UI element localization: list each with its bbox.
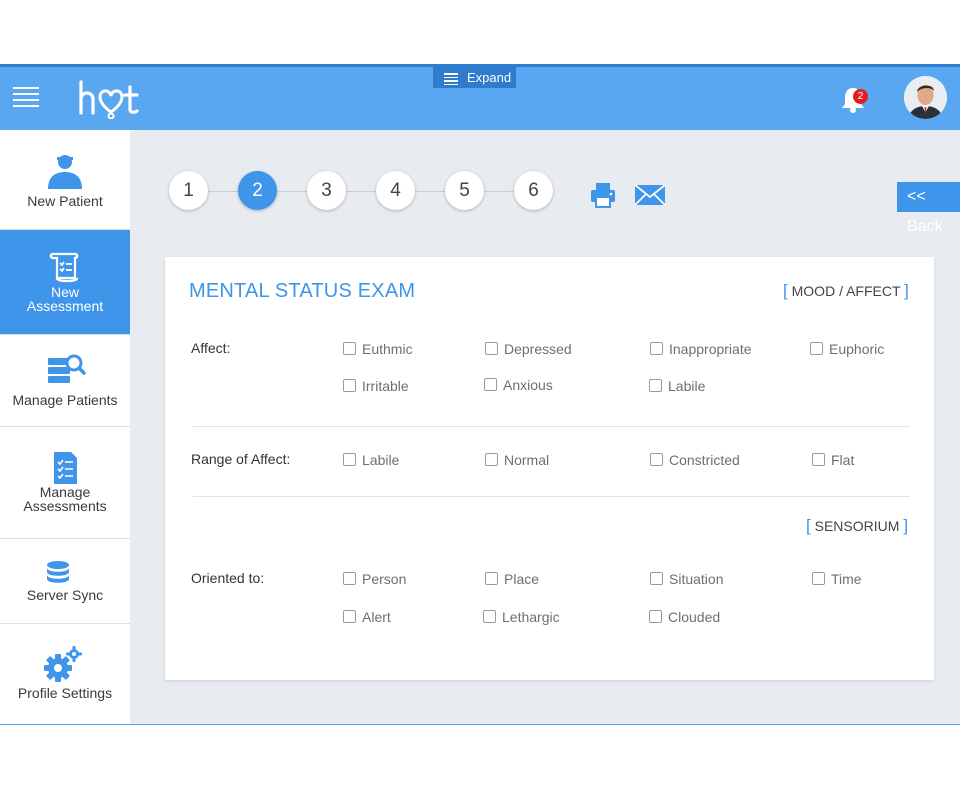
content-bottom-border: [0, 724, 960, 725]
database-icon: [47, 561, 69, 583]
divider: [193, 426, 910, 427]
app-logo: [79, 80, 139, 119]
server-search-icon: [48, 354, 86, 383]
document-checklist-icon: [54, 452, 77, 484]
step-4[interactable]: 4: [376, 171, 415, 210]
sidebar-item-new-patient[interactable]: New Patient: [0, 130, 130, 230]
back-button[interactable]: << Back: [897, 182, 960, 235]
mail-icon[interactable]: [634, 184, 666, 206]
sidebar-item-manage-assessments[interactable]: Manage Assessments: [0, 427, 130, 539]
affect-label: Affect:: [191, 340, 231, 356]
checkbox[interactable]: [343, 610, 356, 623]
sidebar-item-label: Manage Assessments: [23, 484, 107, 514]
section-label: SENSORIUM: [814, 518, 900, 534]
bracket-close: ]: [903, 516, 909, 535]
expand-label: Expand: [467, 70, 512, 85]
step-3[interactable]: 3: [307, 171, 346, 210]
checkbox[interactable]: [343, 572, 356, 585]
oriented-to-label: Oriented to:: [191, 570, 265, 586]
gears-icon: [44, 646, 82, 682]
checkbox[interactable]: [485, 572, 498, 585]
range-of-affect-label: Range of Affect:: [191, 451, 291, 467]
checkbox[interactable]: [343, 379, 356, 392]
list-icon: [444, 73, 458, 87]
checkbox[interactable]: [650, 342, 663, 355]
sidebar-item-server-sync[interactable]: Server Sync: [0, 539, 130, 624]
sidebar-item-label: Manage Patients: [12, 392, 118, 408]
sidebar-item-label: Profile Settings: [17, 685, 113, 701]
section-tag-sensorium: [ SENSORIUM ]: [806, 516, 908, 536]
checkbox[interactable]: [812, 572, 825, 585]
checkbox[interactable]: [484, 378, 497, 391]
card-title: MENTAL STATUS EXAM: [189, 280, 416, 302]
step-2[interactable]: 2: [238, 171, 277, 210]
sidebar-item-label: Server Sync: [26, 587, 104, 603]
mental-status-card: MENTAL STATUS EXAM [ MOOD / AFFECT ] Aff…: [165, 257, 934, 680]
person-icon: [48, 155, 82, 189]
print-icon[interactable]: [589, 181, 617, 209]
bracket-close: ]: [904, 281, 909, 300]
checkbox[interactable]: [483, 610, 496, 623]
checkbox[interactable]: [650, 572, 663, 585]
bracket-open: [: [783, 281, 788, 300]
notification-badge: 2: [853, 89, 868, 104]
sidebar: New Patient New Assessment Manage Patien…: [0, 130, 138, 725]
checkbox[interactable]: [485, 342, 498, 355]
checkbox[interactable]: [650, 453, 663, 466]
sidebar-item-label: New Patient: [27, 193, 103, 209]
section-label: MOOD / AFFECT: [791, 283, 901, 299]
step-5[interactable]: 5: [445, 171, 484, 210]
sidebar-item-new-assessment[interactable]: New Assessment: [0, 230, 138, 335]
sidebar-item-label: New Assessment: [26, 284, 104, 314]
checkbox[interactable]: [343, 453, 356, 466]
bracket-open: [: [806, 516, 811, 535]
checkbox[interactable]: [649, 610, 662, 623]
section-tag-mood-affect: [ MOOD / AFFECT ]: [783, 281, 909, 301]
sidebar-item-manage-patients[interactable]: Manage Patients: [0, 335, 130, 427]
app-header: Expand 2: [0, 67, 960, 130]
scroll-checklist-icon: [49, 252, 79, 283]
checkbox[interactable]: [343, 342, 356, 355]
step-1[interactable]: 1: [169, 171, 208, 210]
step-6[interactable]: 6: [514, 171, 553, 210]
sidebar-item-profile-settings[interactable]: Profile Settings: [0, 624, 130, 725]
expand-button[interactable]: Expand: [433, 67, 516, 88]
divider: [193, 496, 910, 497]
avatar[interactable]: [904, 76, 947, 119]
checkbox[interactable]: [810, 342, 823, 355]
menu-icon[interactable]: [13, 87, 39, 107]
checkbox[interactable]: [649, 379, 662, 392]
checkbox[interactable]: [485, 453, 498, 466]
checkbox[interactable]: [812, 453, 825, 466]
